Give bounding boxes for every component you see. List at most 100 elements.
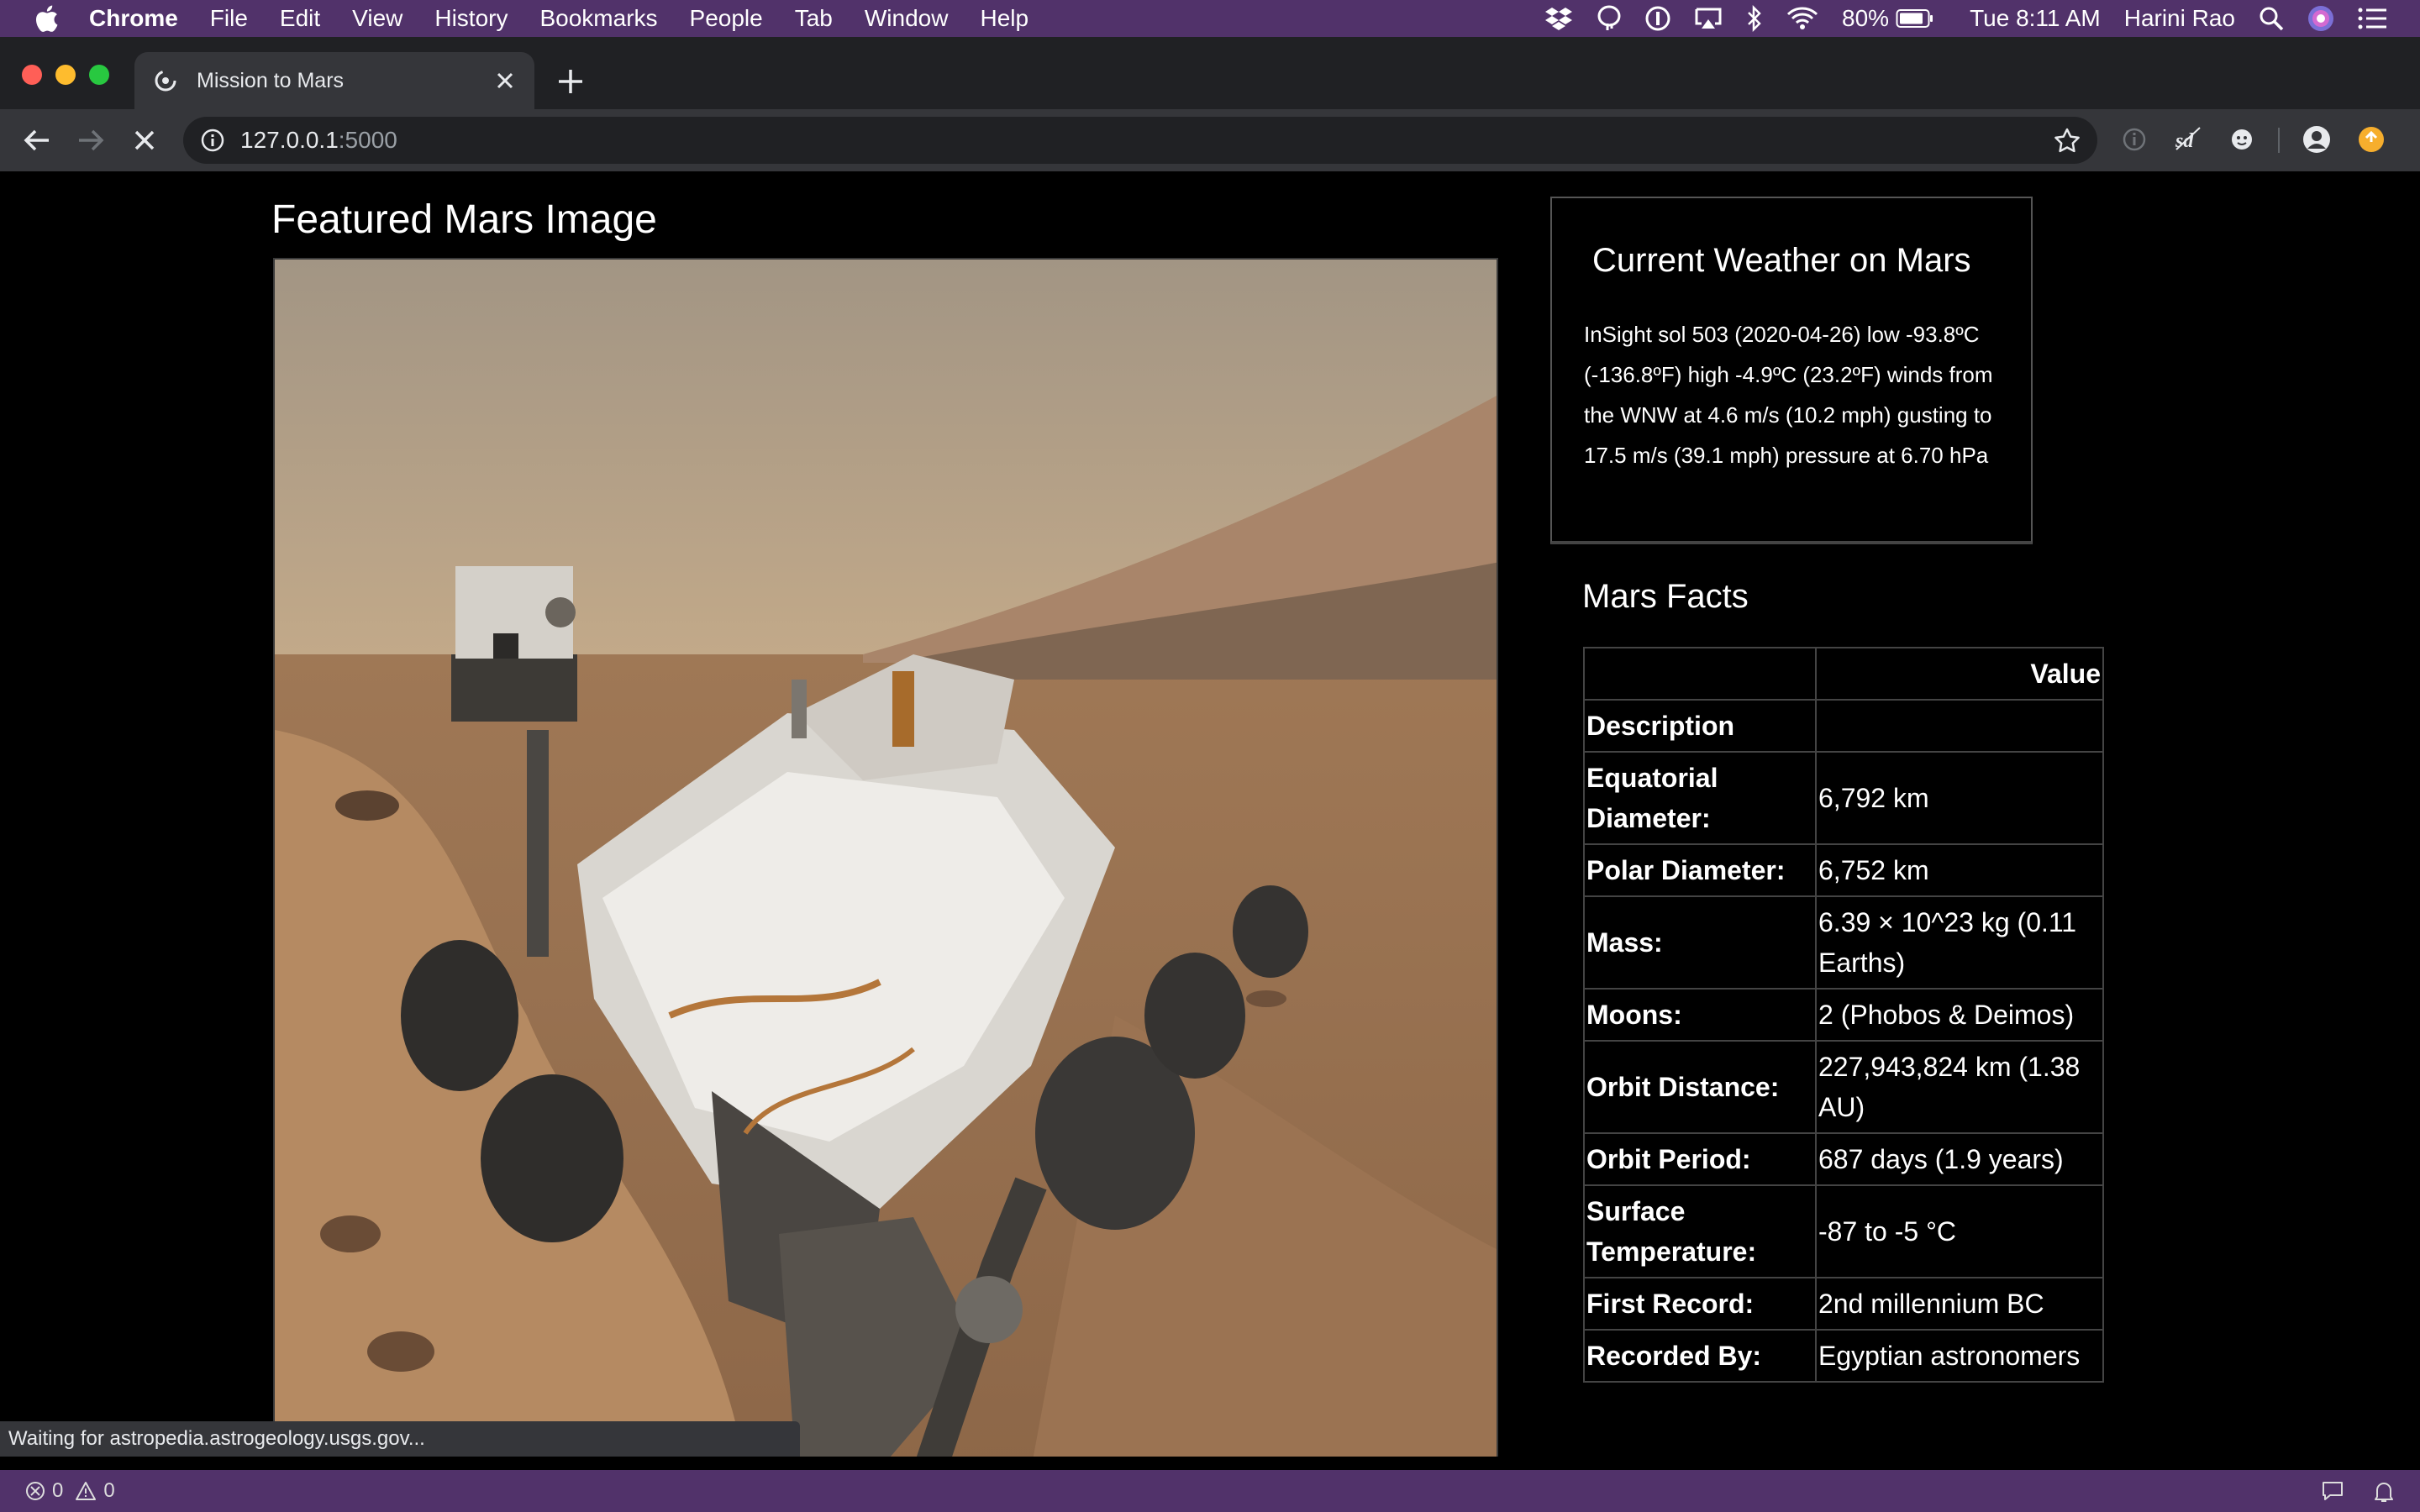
table-row: Orbit Period: 687 days (1.9 years) <box>1583 1132 2104 1186</box>
error-icon <box>26 1482 45 1500</box>
tab-title: Mission to Mars <box>197 68 345 92</box>
table-header-blank <box>1815 699 2104 753</box>
notification-center-icon[interactable] <box>2358 8 2386 29</box>
window-zoom-button[interactable] <box>89 65 109 85</box>
weather-card: Current Weather on Mars InSight sol 503 … <box>1550 197 2033 544</box>
table-row: First Record: 2nd millennium BC <box>1583 1277 2104 1331</box>
menu-tab[interactable]: Tab <box>795 5 833 32</box>
spotlight-search-icon[interactable] <box>2259 6 2284 31</box>
menu-user-name[interactable]: Harini Rao <box>2124 5 2235 32</box>
window-close-button[interactable] <box>22 65 42 85</box>
dropbox-icon[interactable] <box>1544 6 1573 31</box>
menu-clock[interactable]: Tue 8:11 AM <box>1970 5 2101 32</box>
fact-value: Egyptian astronomers <box>1815 1329 2104 1383</box>
scraper-extension-icon[interactable]: sd <box>2173 124 2203 155</box>
menu-edit[interactable]: Edit <box>280 5 320 32</box>
loading-spinner-icon <box>155 70 176 92</box>
menu-bar-status-area: 80% Tue 8:11 AM Harini Rao <box>1521 0 2420 37</box>
fact-label: Equatorial Diameter: <box>1583 751 1817 845</box>
warning-indicator[interactable]: 0 <box>75 1479 115 1503</box>
table-row: Surface Temperature: -87 to -5 °C <box>1583 1184 2104 1278</box>
featured-mars-image[interactable] <box>273 258 1498 1457</box>
update-badge-icon[interactable] <box>2356 124 2386 155</box>
fact-label: Recorded By: <box>1583 1329 1817 1383</box>
bluetooth-icon[interactable] <box>1746 5 1763 32</box>
battery-percent: 80% <box>1842 5 1890 31</box>
fact-label: Moons: <box>1583 988 1817 1042</box>
mars-facts-title: Mars Facts <box>1582 578 1749 615</box>
fact-label: Surface Temperature: <box>1583 1184 1817 1278</box>
table-header-blank <box>1583 647 1817 701</box>
url-port: :5000 <box>338 127 397 153</box>
site-info-icon[interactable] <box>200 128 225 153</box>
window-minimize-button[interactable] <box>55 65 76 85</box>
profile-avatar-icon[interactable] <box>2302 124 2332 155</box>
menu-window[interactable]: Window <box>865 5 949 32</box>
menu-history[interactable]: History <box>434 5 508 32</box>
extension-info-icon[interactable] <box>2119 124 2149 155</box>
weather-report: InSight sol 503 (2020-04-26) low -93.8ºC… <box>1584 322 1993 468</box>
feedback-icon[interactable] <box>2321 1480 2344 1502</box>
table-row: Recorded By: Egyptian astronomers <box>1583 1329 2104 1383</box>
bottom-status-bar: 0 0 <box>0 1470 2420 1512</box>
weather-title: Current Weather on Mars <box>1592 242 1971 279</box>
airplay-icon[interactable] <box>1694 7 1723 30</box>
table-row: Equatorial Diameter: 6,792 km <box>1583 751 2104 845</box>
fact-value: 687 days (1.9 years) <box>1815 1132 2104 1186</box>
fact-label: First Record: <box>1583 1277 1817 1331</box>
menu-bookmarks[interactable]: Bookmarks <box>539 5 657 32</box>
menu-app-chrome[interactable]: Chrome <box>89 5 178 32</box>
back-arrow-icon[interactable] <box>22 125 52 155</box>
fact-value: 2nd millennium BC <box>1815 1277 2104 1331</box>
error-indicator[interactable]: 0 <box>25 1479 63 1503</box>
mars-facts-table: Value Description Equatorial Diameter: 6… <box>1583 647 2104 1383</box>
error-count: 0 <box>52 1479 64 1502</box>
address-bar[interactable]: 127.0.0.1:5000 <box>183 117 2097 164</box>
table-header-value: Value <box>1815 647 2104 701</box>
menu-people[interactable]: People <box>690 5 763 32</box>
apple-icon[interactable] <box>34 4 59 33</box>
1password-icon[interactable] <box>1645 6 1670 31</box>
notifications-bell-icon[interactable] <box>2373 1480 2395 1504</box>
fact-value: 2 (Phobos & Deimos) <box>1815 988 2104 1042</box>
wifi-icon[interactable] <box>1786 7 1818 30</box>
table-row: Mass: 6.39 × 10^23 kg (0.11 Earths) <box>1583 895 2104 990</box>
table-header-row: Description <box>1583 699 2104 753</box>
stop-loading-icon[interactable] <box>129 125 160 155</box>
fact-value: 6,752 km <box>1815 843 2104 897</box>
table-row: Moons: 2 (Phobos & Deimos) <box>1583 988 2104 1042</box>
warning-count: 0 <box>103 1479 115 1502</box>
mars-rover-picture <box>275 260 1497 1457</box>
browser-tab-active[interactable]: Mission to Mars <box>134 52 534 109</box>
battery-icon[interactable] <box>1896 8 1934 29</box>
menu-help[interactable]: Help <box>980 5 1028 32</box>
menu-view[interactable]: View <box>352 5 402 32</box>
fact-label: Mass: <box>1583 895 1817 990</box>
toolbar-divider <box>2278 128 2280 153</box>
page-viewport: Featured Mars Image Current Weather on M… <box>0 171 2420 1457</box>
featured-image-title: Featured Mars Image <box>271 197 657 242</box>
cookie-extension-icon[interactable] <box>2227 124 2257 155</box>
fact-value: 227,943,824 km (1.38 AU) <box>1815 1040 2104 1134</box>
elephant-icon[interactable] <box>1597 5 1622 32</box>
table-row: Orbit Distance: 227,943,824 km (1.38 AU) <box>1583 1040 2104 1134</box>
fact-label: Polar Diameter: <box>1583 843 1817 897</box>
macos-menu-bar: Chrome File Edit View History Bookmarks … <box>0 0 2420 37</box>
menu-file[interactable]: File <box>210 5 248 32</box>
loading-status-bubble: Waiting for astropedia.astrogeology.usgs… <box>0 1421 800 1457</box>
table-row: Polar Diameter: 6,752 km <box>1583 843 2104 897</box>
fact-value: 6,792 km <box>1815 751 2104 845</box>
new-tab-button[interactable] <box>556 67 585 96</box>
fact-label: Orbit Period: <box>1583 1132 1817 1186</box>
table-index-header: Description <box>1583 699 1817 753</box>
siri-icon[interactable] <box>2307 5 2334 32</box>
table-header-row: Value <box>1583 647 2104 701</box>
forward-arrow-icon[interactable] <box>76 125 106 155</box>
tab-close-icon[interactable] <box>494 70 516 92</box>
fact-value: -87 to -5 °C <box>1815 1184 2104 1278</box>
fact-value: 6.39 × 10^23 kg (0.11 Earths) <box>1815 895 2104 990</box>
address-url: 127.0.0.1:5000 <box>240 127 397 154</box>
url-host: 127.0.0.1 <box>240 127 339 153</box>
warning-icon <box>76 1482 97 1500</box>
bookmark-star-icon[interactable] <box>2054 128 2081 153</box>
